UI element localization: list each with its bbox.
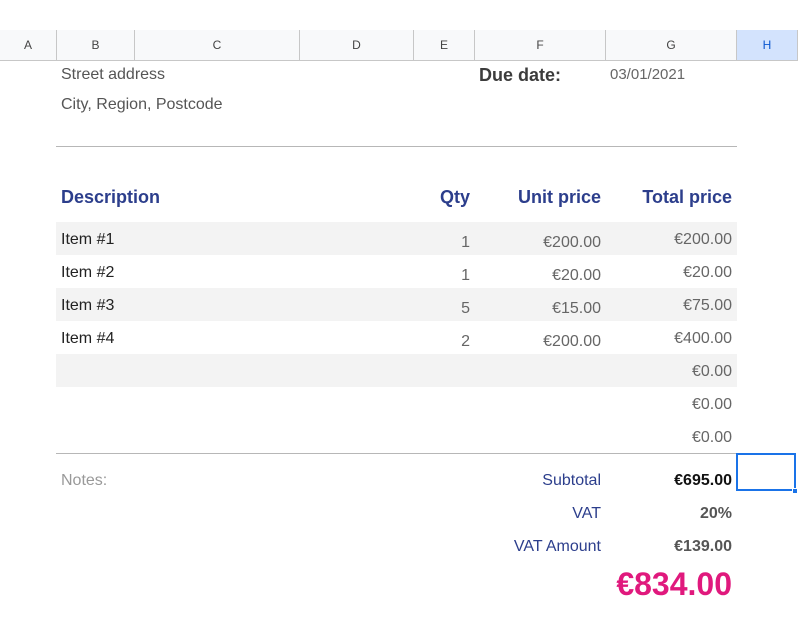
item-unit-price[interactable]: €200.00 (480, 234, 601, 252)
item-qty[interactable]: 1 (400, 267, 470, 285)
item-total-price[interactable]: €0.00 (606, 396, 732, 414)
item-unit-price[interactable]: €15.00 (480, 300, 601, 318)
table-row: Item #1 1 €200.00 €200.00 (56, 222, 737, 255)
header-description[interactable]: Description (61, 187, 160, 208)
item-unit-price[interactable]: €20.00 (480, 267, 601, 285)
table-row: Item #3 5 €15.00 €75.00 (56, 288, 737, 321)
item-total-price[interactable]: €75.00 (606, 297, 732, 315)
item-total-price[interactable]: €20.00 (606, 264, 732, 282)
grand-total[interactable]: €834.00 (560, 566, 732, 603)
column-header-b[interactable]: B (57, 30, 135, 60)
item-qty[interactable]: 5 (400, 300, 470, 318)
vat-amount-value[interactable]: €139.00 (606, 538, 732, 556)
header-total-price[interactable]: Total price (606, 187, 732, 208)
subtotal-value[interactable]: €695.00 (606, 472, 732, 490)
vat-amount-label[interactable]: VAT Amount (480, 538, 601, 556)
item-description[interactable]: Item #1 (61, 231, 114, 249)
item-description[interactable]: Item #2 (61, 264, 114, 282)
vat-value[interactable]: 20% (606, 505, 732, 523)
table-row: €0.00 (56, 354, 737, 387)
item-unit-price[interactable]: €200.00 (480, 333, 601, 351)
column-header-d[interactable]: D (300, 30, 414, 60)
divider-top (56, 146, 737, 147)
header-qty[interactable]: Qty (400, 187, 470, 208)
column-header-f[interactable]: F (475, 30, 606, 60)
vat-label[interactable]: VAT (480, 505, 601, 523)
column-header-g[interactable]: G (606, 30, 737, 60)
item-qty[interactable]: 1 (400, 234, 470, 252)
header-unit-price[interactable]: Unit price (480, 187, 601, 208)
fill-handle[interactable] (792, 488, 798, 494)
table-row: Item #2 1 €20.00 €20.00 (56, 255, 737, 288)
column-header-row: A B C D E F G H (0, 30, 798, 61)
item-description[interactable]: Item #4 (61, 330, 114, 348)
selected-cell-h[interactable] (736, 453, 796, 491)
column-header-e[interactable]: E (414, 30, 475, 60)
item-total-price[interactable]: €0.00 (606, 429, 732, 447)
divider-bottom (56, 453, 737, 454)
formula-bar-area (0, 0, 798, 31)
table-row: €0.00 (56, 387, 737, 420)
city-region-postcode[interactable]: City, Region, Postcode (61, 96, 223, 114)
column-header-a[interactable]: A (0, 30, 57, 60)
column-header-h[interactable]: H (737, 30, 798, 60)
column-header-c[interactable]: C (135, 30, 300, 60)
item-description[interactable]: Item #3 (61, 297, 114, 315)
item-total-price[interactable]: €200.00 (606, 231, 732, 249)
due-date-label[interactable]: Due date: (479, 65, 561, 86)
item-total-price[interactable]: €0.00 (606, 363, 732, 381)
item-total-price[interactable]: €400.00 (606, 330, 732, 348)
notes-label[interactable]: Notes: (61, 472, 107, 490)
table-row: €0.00 (56, 420, 737, 453)
due-date-value[interactable]: 03/01/2021 (610, 66, 685, 83)
street-address[interactable]: Street address (61, 66, 165, 84)
subtotal-label[interactable]: Subtotal (480, 472, 601, 490)
table-row: Item #4 2 €200.00 €400.00 (56, 321, 737, 354)
item-qty[interactable]: 2 (400, 333, 470, 351)
